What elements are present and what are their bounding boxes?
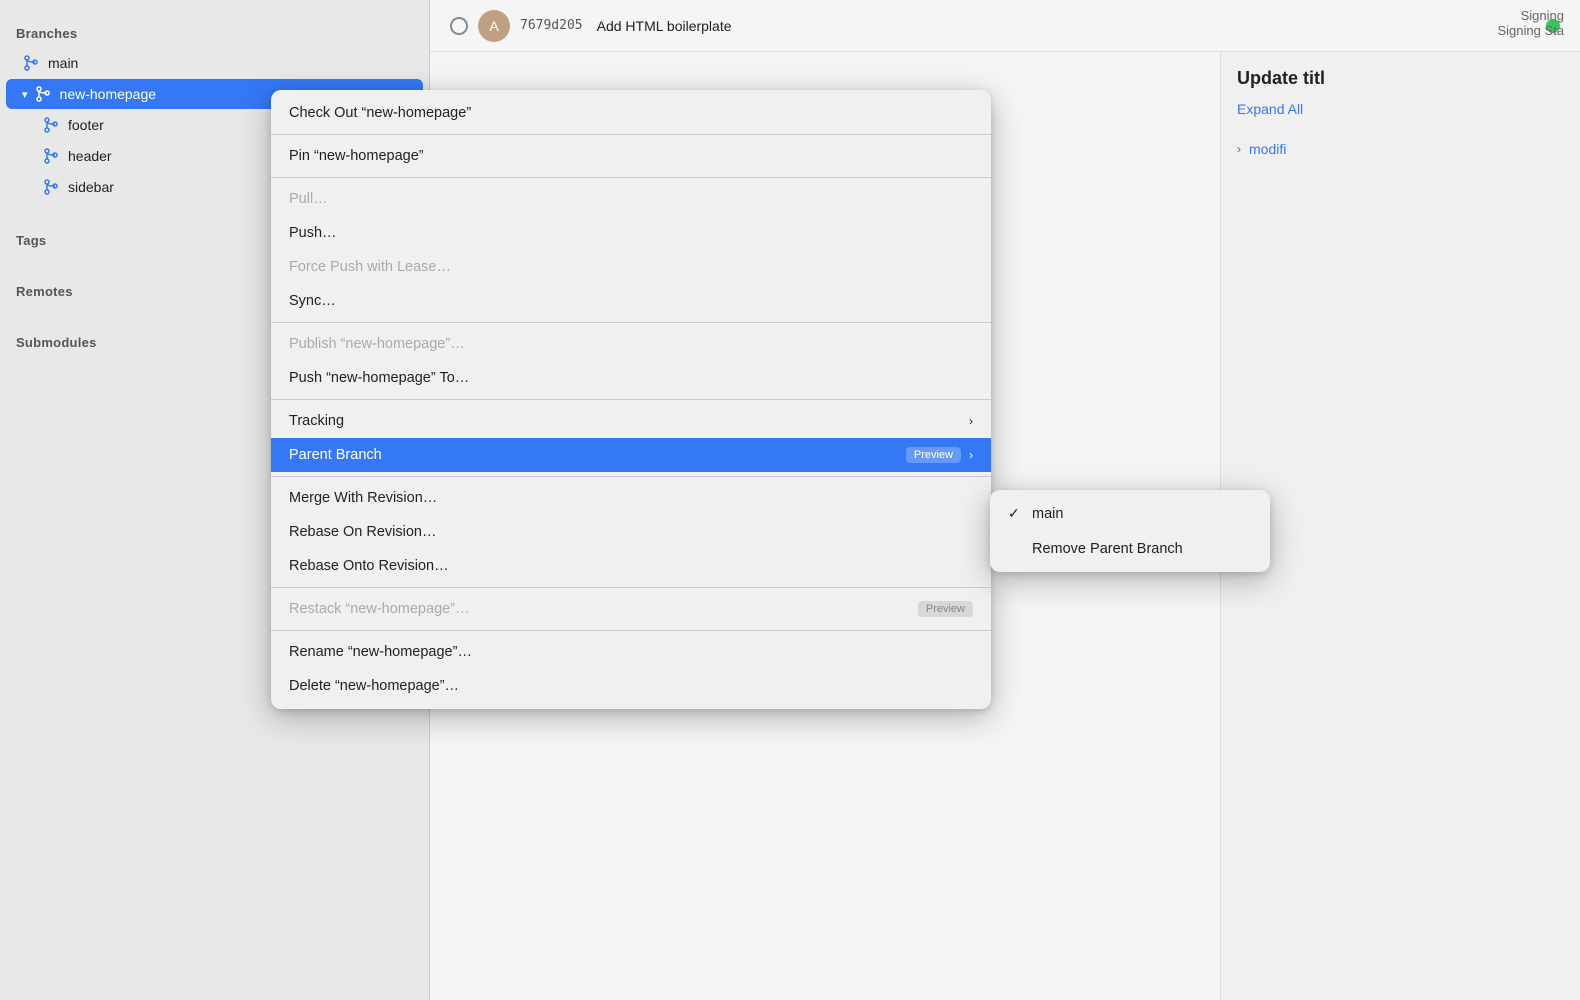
menu-item-delete[interactable]: Delete “new-homepage”…: [271, 669, 991, 703]
branch-label-main: main: [48, 55, 407, 71]
submenu-item-main[interactable]: ✓ main: [990, 496, 1270, 531]
menu-item-push-label: Push…: [289, 225, 337, 241]
menu-item-pull-label: Pull…: [289, 191, 328, 207]
menu-separator-2: [271, 177, 991, 178]
menu-separator-3: [271, 322, 991, 323]
menu-item-merge-label: Merge With Revision…: [289, 490, 437, 506]
signing-line2: Signing Sta: [1236, 23, 1564, 38]
commit-dot: [450, 17, 468, 35]
menu-item-restack-preview: Preview: [918, 601, 973, 617]
menu-item-parent-branch-right: Preview ›: [906, 447, 973, 463]
menu-item-delete-label: Delete “new-homepage”…: [289, 678, 459, 694]
menu-item-parent-branch-preview: Preview: [906, 447, 961, 463]
menu-separator-6: [271, 587, 991, 588]
submenu-item-remove-label: Remove Parent Branch: [1032, 541, 1183, 557]
detail-row-chevron: ›: [1237, 142, 1241, 156]
menu-separator-1: [271, 134, 991, 135]
menu-item-restack-label: Restack “new-homepage”…: [289, 601, 470, 617]
menu-item-rebase-on[interactable]: Rebase On Revision…: [271, 515, 991, 549]
context-menu: Check Out “new-homepage” Pin “new-homepa…: [271, 90, 991, 709]
submenu-check-icon: ✓: [1008, 505, 1024, 522]
menu-separator-7: [271, 630, 991, 631]
menu-item-parent-branch[interactable]: Parent Branch Preview ›: [271, 438, 991, 472]
menu-item-parent-branch-label: Parent Branch: [289, 447, 382, 463]
branch-chevron-new-homepage: ▾: [22, 88, 28, 101]
menu-item-sync[interactable]: Sync…: [271, 284, 991, 318]
menu-item-tracking-label: Tracking: [289, 413, 344, 429]
menu-item-push-to[interactable]: Push “new-homepage” To…: [271, 361, 991, 395]
menu-item-tracking[interactable]: Tracking ›: [271, 404, 991, 438]
menu-item-publish-label: Publish “new-homepage”…: [289, 336, 465, 352]
menu-item-rebase-onto-label: Rebase Onto Revision…: [289, 558, 449, 574]
menu-item-checkout-label: Check Out “new-homepage”: [289, 105, 471, 121]
menu-separator-5: [271, 476, 991, 477]
commit-hash: 7679d205: [520, 18, 583, 33]
menu-item-force-push: Force Push with Lease…: [271, 250, 991, 284]
signing-line1: Signing: [1236, 8, 1564, 23]
menu-separator-4: [271, 399, 991, 400]
menu-item-sync-label: Sync…: [289, 293, 336, 309]
detail-title: Update titl: [1237, 68, 1564, 89]
menu-item-tracking-arrow: ›: [969, 414, 973, 428]
detail-modified-row[interactable]: › modifi: [1237, 133, 1564, 165]
menu-item-push-to-label: Push “new-homepage” To…: [289, 370, 469, 386]
menu-item-publish: Publish “new-homepage”…: [271, 327, 991, 361]
detail-panel: Update titl Expand All › modifi: [1220, 52, 1580, 1000]
submenu-item-remove-parent[interactable]: ✓ Remove Parent Branch: [990, 531, 1270, 566]
menu-item-pin-label: Pin “new-homepage”: [289, 148, 424, 164]
menu-item-parent-branch-arrow: ›: [969, 448, 973, 462]
menu-item-checkout[interactable]: Check Out “new-homepage”: [271, 96, 991, 130]
menu-item-push[interactable]: Push…: [271, 216, 991, 250]
branches-section-header: Branches: [0, 16, 429, 47]
menu-item-force-push-label: Force Push with Lease…: [289, 259, 451, 275]
submenu-item-main-label: main: [1032, 506, 1063, 522]
expand-all-button[interactable]: Expand All: [1237, 101, 1564, 117]
menu-item-rename-label: Rename “new-homepage”…: [289, 644, 472, 660]
menu-item-pin[interactable]: Pin “new-homepage”: [271, 139, 991, 173]
menu-item-merge[interactable]: Merge With Revision…: [271, 481, 991, 515]
menu-item-rebase-onto[interactable]: Rebase Onto Revision…: [271, 549, 991, 583]
detail-modified-value: modifi: [1249, 141, 1286, 157]
menu-item-restack: Restack “new-homepage”… Preview: [271, 592, 991, 626]
branch-item-main[interactable]: main: [6, 48, 423, 78]
signing-info: Signing Signing Sta: [1220, 0, 1580, 46]
menu-item-rebase-on-label: Rebase On Revision…: [289, 524, 437, 540]
menu-item-rename[interactable]: Rename “new-homepage”…: [271, 635, 991, 669]
commit-avatar: A: [478, 10, 510, 42]
menu-item-pull: Pull…: [271, 182, 991, 216]
submenu: ✓ main ✓ Remove Parent Branch: [990, 490, 1270, 572]
